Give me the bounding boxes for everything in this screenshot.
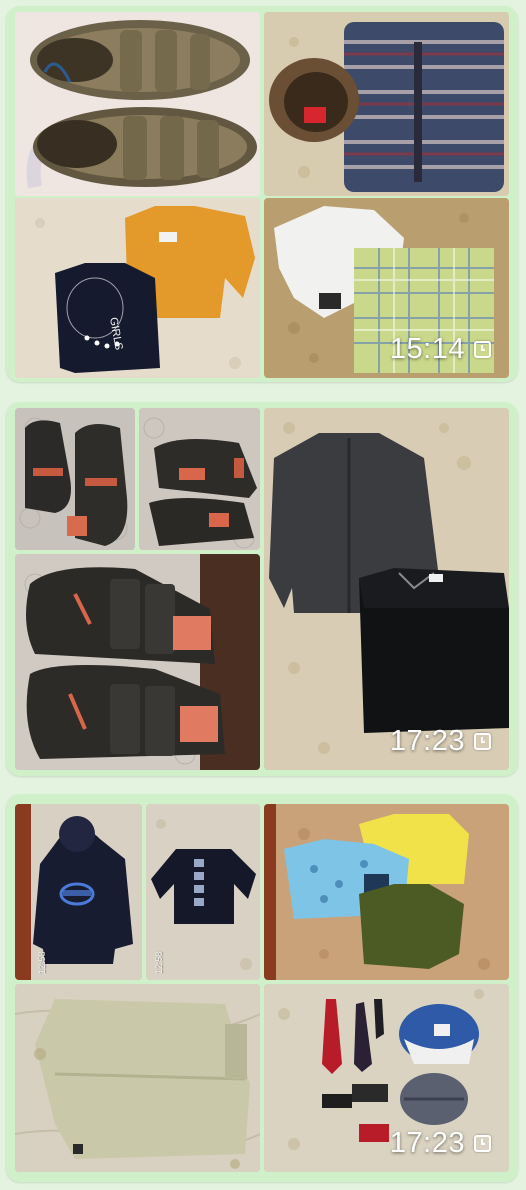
photo-shirts[interactable]: 15:14 [264, 198, 509, 378]
tshirts-photo-icon: GIRLS [15, 198, 260, 378]
boots-photo-icon [15, 408, 135, 550]
message-timestamp: 17:23 [390, 1127, 491, 1160]
clock-icon [474, 733, 491, 750]
hoodie-photo-icon [15, 804, 142, 980]
photo-tshirts[interactable]: GIRLS [15, 198, 260, 378]
photo-boots[interactable] [15, 408, 135, 550]
photo-winter-jacket[interactable] [264, 12, 509, 196]
photo-stamp: 12:58 [154, 951, 164, 974]
photo-boots-closeup[interactable] [15, 554, 260, 770]
clock-icon [474, 341, 491, 358]
photo-stamp: 12:58 [37, 951, 47, 974]
message-bubble[interactable]: 12:58 12:58 17:23 [6, 794, 518, 1182]
sandals-photo-icon [15, 12, 260, 196]
photo-pants[interactable] [15, 984, 260, 1172]
boots-closeup-photo-icon [15, 554, 260, 770]
photo-boots-side[interactable] [139, 408, 260, 550]
pants-photo-icon [15, 984, 260, 1172]
message-timestamp: 17:23 [390, 725, 491, 758]
message-bubble[interactable]: GIRLS 15:14 [6, 6, 518, 382]
fleece-jackets-photo-icon [264, 408, 509, 770]
photo-hoodie[interactable]: 12:58 [15, 804, 142, 980]
photo-sandals[interactable] [15, 12, 260, 196]
winter-jacket-photo-icon [264, 12, 509, 196]
timestamp-text: 17:23 [389, 1127, 465, 1159]
message-timestamp: 15:14 [390, 333, 491, 366]
message-bubble[interactable]: 17:23 [6, 402, 518, 776]
tshirts-stack-photo-icon [264, 804, 509, 980]
photo-ties-cap[interactable]: 17:23 [264, 984, 509, 1172]
clock-icon [474, 1135, 491, 1152]
photo-tshirts-stack[interactable] [264, 804, 509, 980]
photo-longsleeve[interactable]: 12:58 [146, 804, 260, 980]
boots-side-photo-icon [139, 408, 260, 550]
timestamp-text: 17:23 [389, 725, 465, 757]
photo-fleece-jackets[interactable]: 17:23 [264, 408, 509, 770]
timestamp-text: 15:14 [389, 333, 465, 365]
